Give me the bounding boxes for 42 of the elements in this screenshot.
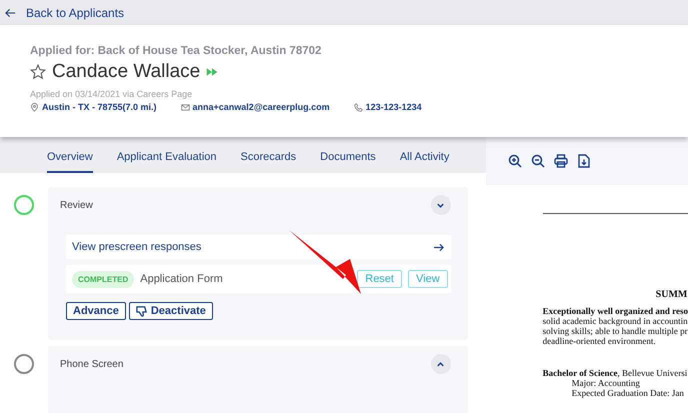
tab[interactable]: All Activity	[400, 147, 450, 173]
zoom-in-icon[interactable]	[508, 154, 522, 168]
chevron-icon	[436, 360, 446, 368]
toggle-button[interactable]	[430, 354, 451, 374]
document-text: Bachelor of Science, Bellevue Universi	[542, 368, 688, 378]
action-button[interactable]: Deactivate	[128, 302, 213, 320]
toggle-button[interactable]	[430, 195, 451, 215]
phone-icon	[354, 102, 363, 112]
document-text: Expected Graduation Date: Jan	[570, 388, 685, 398]
back-link[interactable]: Back to Applicants	[5, 6, 124, 20]
stage-title: Review	[60, 200, 93, 210]
phone-link[interactable]: 123-123-1234	[366, 102, 422, 112]
tab[interactable]: Scorecards	[240, 147, 296, 173]
applied-on-text: Applied on 03/14/2021 via Careers Page	[30, 89, 194, 99]
star-icon[interactable]	[30, 64, 46, 80]
document-text: Exceptionally well organized and reso	[542, 306, 688, 316]
action-button[interactable]: Advance	[66, 302, 126, 320]
fast-forward-icon	[206, 67, 218, 77]
stage-title: Phone Screen	[60, 358, 124, 370]
prescreen-link[interactable]: View prescreen responses	[66, 235, 451, 259]
envelope-icon	[180, 102, 190, 112]
tab[interactable]: Documents	[320, 147, 376, 173]
tab[interactable]: Applicant Evaluation	[116, 147, 217, 173]
email-link[interactable]: anna+canwal2@careerplug.com	[192, 102, 330, 112]
applied-for-text: Applied for: Back of House Tea Stocker, Austin 78702	[30, 45, 322, 57]
document-text: Major: Accounting	[570, 378, 641, 388]
print-icon[interactable]	[554, 154, 568, 168]
right-arrow-icon	[434, 242, 445, 252]
document-text: SUMM	[654, 290, 688, 300]
thumbs-down-icon	[136, 306, 147, 316]
back-arrow-icon	[5, 8, 16, 18]
applicant-name: Candace Wallace	[52, 61, 200, 83]
location-pin-icon	[30, 102, 39, 112]
download-file-icon[interactable]	[576, 154, 591, 168]
location-text: Austin - TX - 78755(7.0 mi.)	[42, 102, 157, 112]
document-text: solving skills; able to handle multiple pr	[542, 326, 688, 336]
zoom-out-icon[interactable]	[530, 154, 545, 168]
document-text: solid academic background in accountin	[542, 316, 688, 326]
document-text: deadline-oriented environment.	[542, 336, 657, 346]
status-badge: COMPLETED	[72, 270, 134, 288]
chevron-icon	[436, 200, 446, 210]
form-name: Application Form	[140, 273, 223, 285]
